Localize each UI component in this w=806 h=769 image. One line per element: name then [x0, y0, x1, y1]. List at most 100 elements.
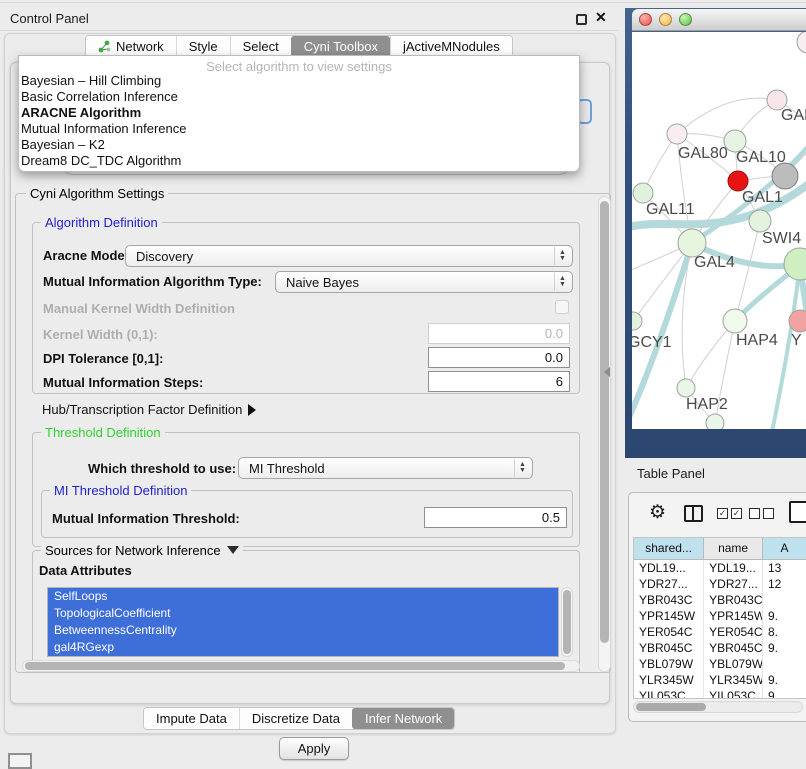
- column-header-a[interactable]: A: [763, 538, 806, 560]
- mi-threshold-input[interactable]: 0.5: [424, 507, 567, 528]
- table-cell: [763, 592, 806, 608]
- algorithm-dropdown-placeholder: Select algorithm to view settings: [19, 56, 579, 73]
- splitter-collapse-icon[interactable]: [604, 367, 610, 377]
- select-all-icon[interactable]: ✓✓: [717, 508, 742, 519]
- threshold-definition-title: Threshold Definition: [41, 425, 165, 440]
- deselect-all-icon[interactable]: [749, 508, 774, 519]
- network-node-gcy1[interactable]: [632, 312, 642, 330]
- data-attributes-list[interactable]: SelfLoopsTopologicalCoefficientBetweenne…: [47, 587, 559, 657]
- tab-style[interactable]: Style: [176, 36, 230, 57]
- network-node-hap2[interactable]: [677, 379, 695, 397]
- network-node[interactable]: [797, 32, 806, 53]
- network-node-gal1[interactable]: [728, 171, 748, 191]
- algorithm-definition-title: Algorithm Definition: [41, 215, 162, 230]
- network-node-gal80[interactable]: [667, 124, 687, 144]
- network-node[interactable]: [706, 414, 724, 429]
- table-cell: 12: [763, 576, 806, 592]
- table-row[interactable]: YIL053CYIL053C9.: [634, 688, 806, 699]
- close-icon[interactable]: ✕: [595, 9, 607, 26]
- network-canvas[interactable]: GALGAL80GAL10GAL1GAL11SWI4GAL4GCY1HAP4YH…: [632, 32, 806, 429]
- dpi-tolerance-label: DPI Tolerance [0,1]:: [43, 351, 163, 366]
- algorithm-option-basic-correlation-inference[interactable]: Basic Correlation Inference: [19, 89, 579, 105]
- mi-type-label: Mutual Information Algorithm Type:: [43, 274, 262, 289]
- algorithm-option-dream8-dc-tdc-algorithm[interactable]: Dream8 DC_TDC Algorithm: [19, 153, 579, 169]
- network-node-swi4[interactable]: [749, 210, 771, 232]
- tab-jactivemnodules[interactable]: jActiveMNodules: [390, 36, 512, 57]
- network-node-gal4[interactable]: [678, 229, 706, 257]
- algorithm-option-mutual-information-inference[interactable]: Mutual Information Inference: [19, 121, 579, 137]
- table-cell: 9.: [763, 640, 806, 656]
- settings-vscrollbar[interactable]: [598, 196, 611, 672]
- table-cell: YDL19...: [634, 560, 704, 576]
- attribute-item-betweennesscentrality[interactable]: BetweennessCentrality: [48, 622, 558, 639]
- table-row[interactable]: YBL079WYBL079W: [634, 656, 806, 672]
- attribute-item-topologicalcoefficient[interactable]: TopologicalCoefficient: [48, 605, 558, 622]
- cyni-mode-tabs: Impute DataDiscretize DataInfer Network: [143, 707, 455, 730]
- tab-label: jActiveMNodules: [403, 39, 500, 54]
- minimized-panel-icon[interactable]: [8, 753, 32, 769]
- float-window-icon[interactable]: [576, 14, 587, 25]
- table-cell: YLR345W: [634, 672, 704, 688]
- tab-impute-data[interactable]: Impute Data: [144, 708, 239, 729]
- tab-network[interactable]: Network: [86, 36, 176, 57]
- export-table-icon[interactable]: [789, 501, 806, 523]
- table-cell: YER054C: [634, 624, 704, 640]
- threshold-definition-group: Threshold Definition Which threshold to …: [32, 432, 580, 547]
- hub-definition-label: Hub/Transcription Factor Definition: [42, 402, 242, 417]
- table-cell: 8.: [763, 624, 806, 640]
- network-node[interactable]: [772, 163, 798, 189]
- apply-button[interactable]: Apply: [279, 737, 349, 760]
- node-label-gal4: GAL4: [694, 254, 735, 271]
- window-close-icon[interactable]: [639, 13, 652, 26]
- kernel-width-input[interactable]: 0.0: [428, 323, 570, 344]
- collapsed-arrow-icon: [248, 404, 256, 416]
- network-node-y[interactable]: [789, 310, 806, 332]
- columns-icon[interactable]: [684, 505, 703, 522]
- dpi-tolerance-input[interactable]: 0.0: [428, 347, 570, 368]
- network-desktop: GALGAL80GAL10GAL1GAL11SWI4GAL4GCY1HAP4YH…: [625, 8, 806, 458]
- table-rows: YDL19...YDL19...13YDR27...YDR27...12YBR0…: [634, 560, 806, 699]
- manual-kernel-checkbox[interactable]: [555, 300, 569, 314]
- hub-definition-toggle[interactable]: Hub/Transcription Factor Definition: [42, 402, 256, 417]
- which-threshold-combo[interactable]: MI Threshold ▲▼: [238, 457, 533, 479]
- mi-type-combo[interactable]: Naive Bayes ▲▼: [275, 271, 573, 293]
- column-header-name[interactable]: name: [704, 538, 763, 560]
- sources-group-title[interactable]: Sources for Network Inference: [41, 543, 243, 558]
- aracne-mode-combo[interactable]: Discovery ▲▼: [125, 245, 573, 267]
- table-cell: 9.: [763, 608, 806, 624]
- table-row[interactable]: YDR27...YDR27...12: [634, 576, 806, 592]
- table-row[interactable]: YER054CYER054C8.: [634, 624, 806, 640]
- tab-select[interactable]: Select: [230, 36, 291, 57]
- node-label-gal10: GAL10: [736, 149, 786, 166]
- combo-spinner-icon: ▲▼: [514, 459, 530, 477]
- table-hscrollbar[interactable]: [633, 701, 803, 713]
- network-node-gal11[interactable]: [633, 183, 653, 203]
- table-row[interactable]: YBR043CYBR043C: [634, 592, 806, 608]
- tab-infer-network[interactable]: Infer Network: [352, 708, 454, 729]
- network-view-window[interactable]: GALGAL80GAL10GAL1GAL11SWI4GAL4GCY1HAP4YH…: [632, 9, 806, 436]
- network-window-titlebar[interactable]: [632, 9, 806, 31]
- column-header-shared[interactable]: shared...: [634, 538, 704, 560]
- titlebar-divider: [0, 30, 618, 31]
- algorithm-option-bayesian-k2[interactable]: Bayesian – K2: [19, 137, 579, 153]
- table-cell: 13: [763, 560, 806, 576]
- algorithm-option-aracne-algorithm[interactable]: ARACNE Algorithm: [19, 105, 579, 121]
- attribute-item-selfloops[interactable]: SelfLoops: [48, 588, 558, 605]
- table-row[interactable]: YLR345WYLR345W9.: [634, 672, 806, 688]
- mi-steps-input[interactable]: 6: [428, 371, 570, 392]
- mi-steps-label: Mutual Information Steps:: [43, 375, 203, 390]
- table-row[interactable]: YBR045CYBR045C9.: [634, 640, 806, 656]
- network-node-hap4[interactable]: [723, 309, 747, 333]
- tab-cyni-toolbox[interactable]: Cyni Toolbox: [291, 36, 390, 57]
- attribute-item-gal4rgexp[interactable]: gal4RGexp: [48, 639, 558, 656]
- table-row[interactable]: YDL19...YDL19...13: [634, 560, 806, 576]
- settings-hscrollbar[interactable]: [22, 660, 580, 672]
- window-minimize-icon[interactable]: [659, 13, 672, 26]
- tab-discretize-data[interactable]: Discretize Data: [239, 708, 352, 729]
- table-panel-title: Table Panel: [637, 466, 705, 481]
- window-zoom-icon[interactable]: [679, 13, 692, 26]
- attributes-scrollbar[interactable]: [561, 587, 573, 657]
- table-row[interactable]: YPR145WYPR145W9.: [634, 608, 806, 624]
- algorithm-option-bayesian-hill-climbing[interactable]: Bayesian – Hill Climbing: [19, 73, 579, 89]
- gear-icon[interactable]: ⚙: [649, 503, 666, 523]
